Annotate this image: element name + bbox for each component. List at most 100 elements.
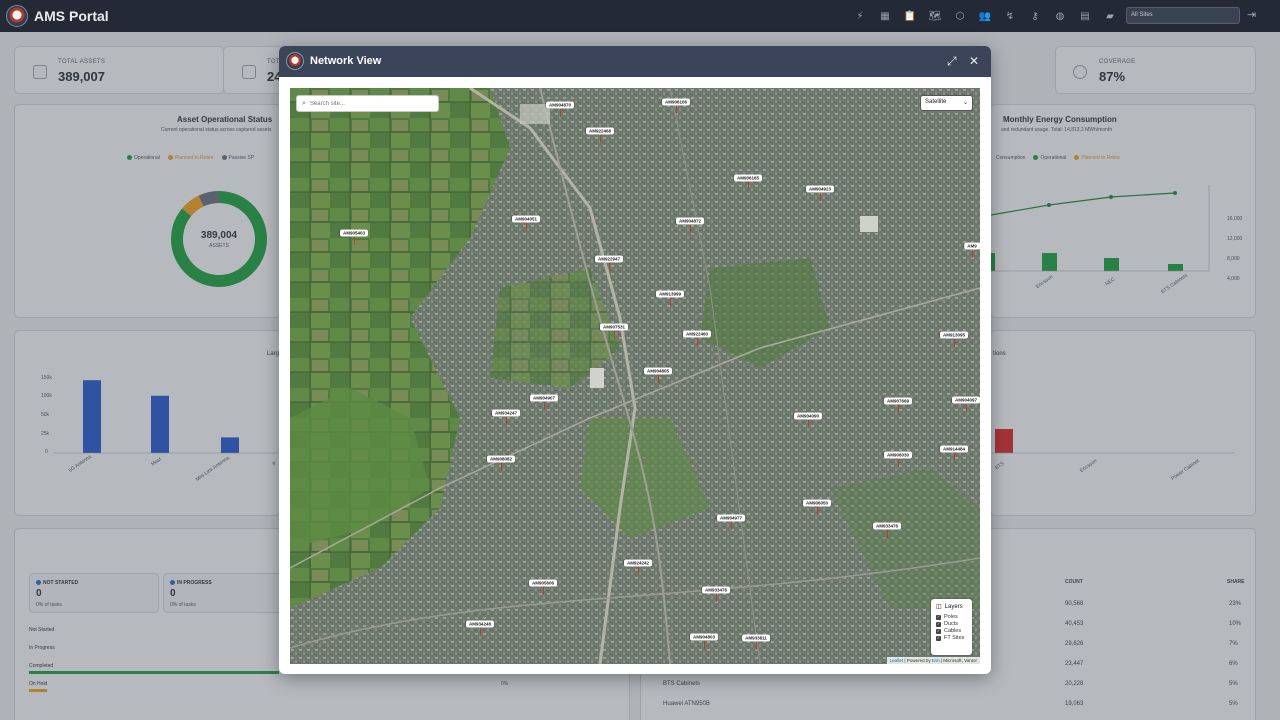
checkbox[interactable]: ✓ — [936, 635, 941, 641]
checkbox[interactable]: ✓ — [936, 628, 941, 634]
site-marker[interactable]: AM933811 — [742, 634, 770, 650]
modal-logo — [286, 52, 304, 70]
site-marker[interactable]: AM904907 — [529, 394, 559, 410]
globe-icon[interactable]: ◍ — [1052, 8, 1068, 24]
site-marker[interactable]: AM904977 — [716, 514, 746, 530]
site-marker-label: AM913999 — [655, 290, 685, 298]
site-marker[interactable]: AM906165 — [733, 174, 763, 190]
box-icon[interactable]: ⬡ — [952, 8, 968, 24]
site-search[interactable]: ⌕ — [296, 95, 439, 112]
site-marker[interactable]: AM933476 — [701, 586, 731, 602]
site-marker[interactable]: AM924242 — [623, 559, 653, 575]
modal-title: Network View — [310, 55, 382, 67]
layer-toggle-poles[interactable]: ✓ Poles — [936, 614, 967, 620]
marker-pin — [500, 462, 502, 471]
site-select[interactable]: All Sites — [1126, 7, 1240, 24]
site-marker-label: AM904097 — [951, 396, 980, 404]
site-marker[interactable]: AM904090 — [793, 412, 823, 428]
marker-pin — [703, 640, 705, 649]
marker-pin — [730, 521, 732, 530]
layer-toggle-cables[interactable]: ✓ Cables — [936, 628, 967, 634]
marker-pin — [953, 452, 955, 461]
app-logo[interactable] — [6, 5, 28, 27]
checkbox[interactable]: ✓ — [936, 621, 941, 627]
users-icon[interactable]: 👥 — [977, 8, 993, 24]
site-marker[interactable]: AM906050 — [802, 499, 832, 515]
site-marker[interactable]: AM906030 — [883, 451, 913, 467]
site-marker-label: AM905606 — [528, 579, 558, 587]
app-title: AMS Portal — [34, 8, 109, 24]
site-marker[interactable]: AM904805 — [643, 367, 673, 383]
chevron-down-icon: ⌄ — [962, 100, 968, 106]
map-icon[interactable]: 🗺 — [927, 8, 943, 24]
site-marker-label: AM906106 — [661, 98, 691, 106]
site-marker[interactable]: AM934247 — [491, 409, 521, 425]
site-marker[interactable]: AM904872 — [675, 217, 705, 233]
route-icon[interactable]: ↯ — [1002, 8, 1018, 24]
site-marker[interactable]: AM906106 — [661, 98, 691, 114]
site-marker[interactable]: AM914484 — [939, 445, 969, 461]
site-marker-label: AM904051 — [511, 215, 541, 223]
site-marker[interactable]: AM933476 — [872, 522, 902, 538]
map-type-select[interactable]: Satellite ⌄ — [920, 95, 973, 111]
key-icon[interactable]: ⚷ — [1027, 8, 1043, 24]
site-marker-label: AM9 — [964, 242, 980, 250]
site-marker-label: AM914484 — [939, 445, 969, 453]
layer-toggle-ft-sites[interactable]: ✓ FT Sites — [936, 635, 967, 641]
site-marker-label: AM906165 — [733, 174, 763, 182]
layers-control[interactable]: ◫ Layers ✓ Poles ✓ Ducts ✓ Cables ✓ FT Sites — [931, 599, 972, 655]
site-marker[interactable]: AM904097 — [951, 396, 980, 412]
marker-pin — [542, 586, 544, 595]
site-marker[interactable]: AM934248 — [465, 620, 495, 636]
marker-pin — [886, 529, 888, 538]
leaflet-link[interactable]: Leaflet — [890, 658, 904, 663]
site-marker[interactable]: AM907669 — [883, 397, 913, 413]
layers-icon: ◫ — [936, 604, 942, 610]
site-marker[interactable]: AM913999 — [655, 290, 685, 306]
marker-pin — [897, 458, 899, 467]
site-marker-label: AM904872 — [675, 217, 705, 225]
esri-link[interactable]: Esri — [932, 658, 940, 663]
calendar-icon[interactable]: ▤ — [1077, 8, 1093, 24]
site-marker[interactable]: AM908082 — [486, 455, 516, 471]
logout-icon[interactable]: ⇥ — [1247, 8, 1256, 21]
site-marker[interactable]: AM913095 — [939, 331, 969, 347]
chart-icon[interactable]: ▰ — [1102, 8, 1118, 24]
checkbox[interactable]: ✓ — [936, 614, 941, 620]
marker-pin — [479, 627, 481, 636]
site-marker[interactable]: AM904923 — [805, 185, 835, 201]
marker-pin — [505, 416, 507, 425]
site-marker[interactable]: AM922460 — [682, 330, 712, 346]
satellite-map[interactable]: ⌕ Satellite ⌄ AM904870 AM906106 AM922468 AM… — [290, 88, 980, 664]
attribution-text: | Microsoft, Vantor — [940, 658, 977, 663]
marker-pin — [525, 222, 527, 231]
expand-icon[interactable]: ⤢ — [947, 54, 957, 68]
marker-pin — [715, 593, 717, 602]
layer-label: FT Sites — [944, 635, 965, 641]
marker-pin — [807, 419, 809, 428]
site-marker[interactable]: AM907531 — [599, 323, 629, 339]
site-marker[interactable]: AM922468 — [585, 127, 615, 143]
site-marker[interactable]: AM9 — [964, 242, 980, 258]
layer-toggle-ducts[interactable]: ✓ Ducts — [936, 621, 967, 627]
marker-pin — [965, 403, 967, 412]
lightning-icon[interactable]: ⚡ — [852, 8, 868, 24]
grid-icon[interactable]: ▦ — [877, 8, 893, 24]
clipboard-icon[interactable]: 📋 — [902, 8, 918, 24]
site-marker[interactable]: AM922947 — [594, 255, 624, 271]
marker-pin — [816, 506, 818, 515]
site-marker[interactable]: AM905403 — [339, 229, 369, 245]
site-marker[interactable]: AM904051 — [511, 215, 541, 231]
marker-pin — [696, 337, 698, 346]
site-marker[interactable]: AM904870 — [545, 101, 575, 117]
close-icon[interactable]: ✕ — [969, 54, 979, 68]
site-marker-label: AM933476 — [701, 586, 731, 594]
site-marker-label: AM924242 — [623, 559, 653, 567]
site-marker[interactable]: AM904803 — [689, 633, 719, 649]
site-search-input[interactable] — [309, 100, 430, 107]
site-marker-label: AM913095 — [939, 331, 969, 339]
site-marker-label: AM933811 — [742, 634, 770, 642]
site-marker-label: AM906050 — [802, 499, 832, 507]
network-view-modal: Network View ⤢ ✕ ⌕ Search site... Satell… — [279, 46, 991, 674]
site-marker[interactable]: AM905606 — [528, 579, 558, 595]
